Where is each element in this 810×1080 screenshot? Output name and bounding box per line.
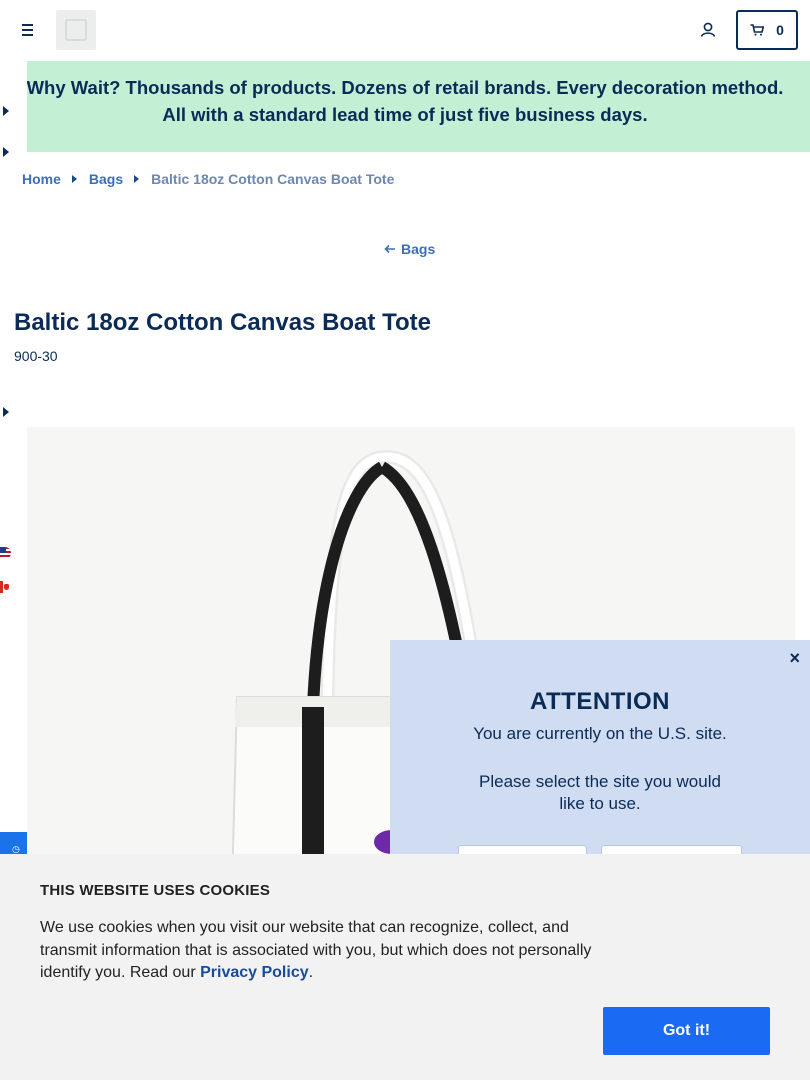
cart-button[interactable]: 0 — [736, 10, 798, 50]
cookie-banner: THIS WEBSITE USES COOKIES We use cookies… — [0, 854, 810, 1080]
promo-banner: Why Wait? Thousands of products. Dozens … — [0, 61, 810, 152]
back-link-label: Bags — [401, 241, 436, 257]
rail-expand-arrow-3[interactable] — [3, 407, 9, 417]
site-header: 0 — [0, 0, 810, 60]
product-title: Baltic 18oz Cotton Canvas Boat Tote — [14, 309, 431, 336]
arrow-left-icon — [384, 244, 395, 254]
hamburger-icon[interactable] — [18, 20, 38, 40]
page: 0 Why Wait? Thousands of products. Dozen… — [0, 0, 810, 1080]
cookie-body: We use cookies when you visit our websit… — [40, 919, 592, 981]
accept-cookies-button[interactable]: Got it! — [603, 1007, 770, 1055]
user-icon[interactable] — [697, 19, 719, 41]
logo-mark — [65, 19, 87, 41]
cart-icon — [750, 24, 765, 36]
breadcrumb-separator-icon — [134, 175, 140, 183]
breadcrumb-current: Baltic 18oz Cotton Canvas Boat Tote — [151, 171, 395, 187]
close-icon[interactable]: × — [789, 648, 800, 669]
us-flag-icon[interactable] — [0, 547, 11, 559]
cart-count: 0 — [776, 22, 784, 38]
cookie-heading: THIS WEBSITE USES COOKIES — [40, 882, 271, 899]
back-to-category-link[interactable]: Bags — [384, 241, 435, 257]
rail-expand-arrow-2[interactable] — [3, 147, 9, 157]
breadcrumb-home[interactable]: Home — [22, 171, 61, 187]
canada-flag-icon[interactable] — [0, 581, 11, 593]
modal-select-site-text: Please select the site you would like to… — [479, 772, 721, 813]
privacy-policy-link[interactable]: Privacy Policy — [200, 964, 309, 981]
breadcrumb-bags[interactable]: Bags — [89, 171, 123, 187]
site-logo[interactable] — [56, 10, 96, 50]
rail-expand-arrow-1[interactable] — [3, 106, 9, 116]
cookie-end: . — [308, 964, 314, 981]
modal-heading: ATTENTION — [529, 688, 671, 715]
cookie-text: We use cookies when you visit our websit… — [40, 917, 600, 985]
promo-text: Why Wait? Thousands of products. Dozens … — [26, 77, 784, 125]
breadcrumb: Home Bags Baltic 18oz Cotton Canvas Boat… — [22, 170, 394, 188]
breadcrumb-separator-icon — [71, 175, 77, 183]
modal-current-site-text: You are currently on the U.S. site. — [473, 724, 727, 743]
product-sku: 900-30 — [14, 348, 58, 364]
